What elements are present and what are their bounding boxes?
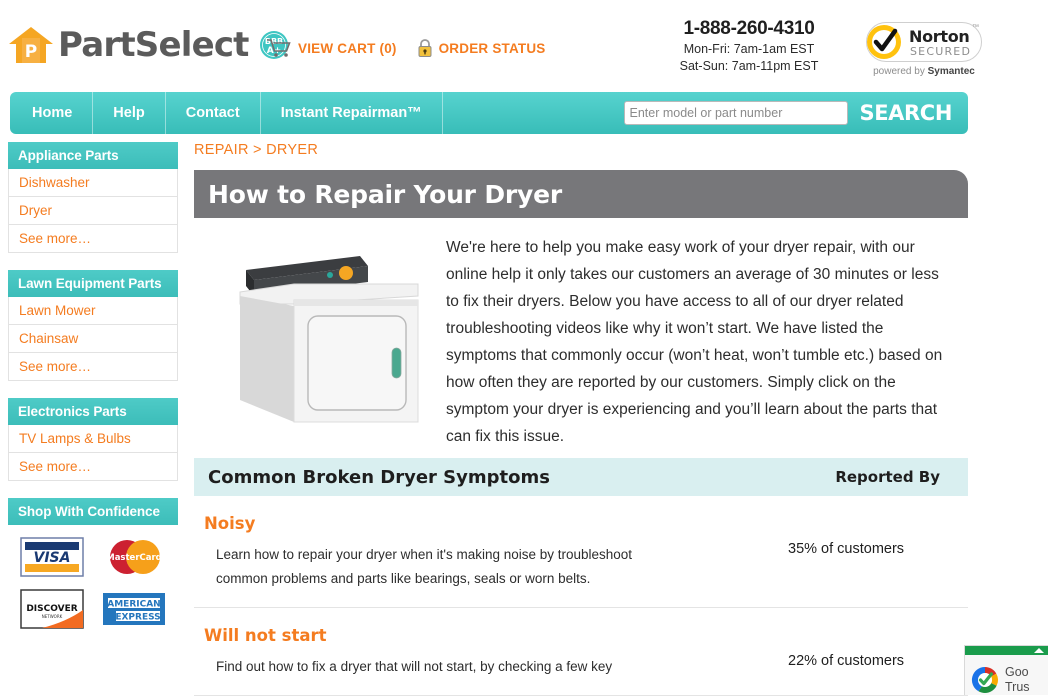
sidebar-item-chainsaw[interactable]: Chainsaw bbox=[8, 325, 178, 353]
main-content: REPAIR > DRYER How to Repair Your Dryer … bbox=[194, 142, 974, 696]
sidebar-panel-title: Lawn Equipment Parts bbox=[8, 270, 178, 297]
shopping-cart-icon[interactable] bbox=[266, 38, 292, 58]
sidebar-panel-appliance-parts: Appliance Parts Dishwasher Dryer See mor… bbox=[8, 142, 178, 253]
support-hours-weekday: Mon-Fri: 7am-1am EST bbox=[683, 42, 815, 56]
symptoms-table-header: Common Broken Dryer Symptoms Reported By bbox=[194, 458, 968, 496]
dryer-illustration bbox=[239, 256, 419, 423]
header-utility-links: VIEW CART (0) ORDER STATUS bbox=[266, 38, 546, 58]
nav-item-home[interactable]: Home bbox=[10, 92, 94, 134]
intro-paragraph: We're here to help you make easy work of… bbox=[446, 239, 943, 445]
norton-secured-badge[interactable]: Norton SECURED ™ powered by Symantec bbox=[866, 22, 988, 77]
google-badge-line1: Goo bbox=[1005, 665, 1029, 679]
symptom-link-will-not-start[interactable]: Will not start bbox=[204, 626, 776, 645]
svg-text:NETWORK: NETWORK bbox=[42, 614, 63, 619]
visa-card-icon: VISA bbox=[20, 537, 84, 577]
svg-text:DISCOVER: DISCOVER bbox=[26, 604, 77, 614]
table-row[interactable]: Noisy Learn how to repair your dryer whe… bbox=[194, 496, 968, 608]
support-hours-weekend: Sat-Sun: 7am-11pm EST bbox=[679, 59, 819, 73]
symptom-link-noisy[interactable]: Noisy bbox=[204, 514, 776, 533]
google-checkmark-icon bbox=[971, 666, 998, 694]
intro-section: We're here to help you make easy work of… bbox=[194, 218, 974, 450]
trademark-symbol: ™ bbox=[972, 24, 979, 31]
norton-checkmark-icon bbox=[867, 25, 901, 59]
google-badge-text: Goo Trus bbox=[1005, 665, 1030, 695]
support-phone-number: 1-888-260-4310 bbox=[683, 18, 815, 39]
sidebar-item-dishwasher[interactable]: Dishwasher bbox=[8, 169, 178, 197]
lock-icon[interactable] bbox=[417, 38, 433, 58]
google-badge-line2: Trus bbox=[1005, 680, 1030, 694]
site-logo[interactable]: P PartSelect BBB A+ bbox=[8, 26, 289, 64]
site-header: P PartSelect BBB A+ VIEW CART (0) ORDER … bbox=[0, 0, 1048, 88]
svg-text:P: P bbox=[25, 42, 37, 62]
sidebar-panel-electronics-parts: Electronics Parts TV Lamps & Bulbs See m… bbox=[8, 398, 178, 481]
sidebar-item-see-more-electronics[interactable]: See more… bbox=[8, 453, 178, 481]
svg-text:EXPRESS: EXPRESS bbox=[115, 613, 160, 623]
table-row[interactable]: Will not start Find out how to fix a dry… bbox=[194, 608, 968, 696]
svg-text:MasterCard: MasterCard bbox=[106, 553, 162, 563]
view-cart-link[interactable]: VIEW CART (0) bbox=[298, 41, 397, 56]
sidebar-item-tv-lamps-bulbs[interactable]: TV Lamps & Bulbs bbox=[8, 425, 178, 453]
sidebar-item-see-more-lawn[interactable]: See more… bbox=[8, 353, 178, 381]
search-button[interactable]: SEARCH bbox=[860, 101, 953, 125]
search-area: SEARCH bbox=[623, 92, 968, 134]
symptom-description: Find out how to fix a dryer that will no… bbox=[216, 659, 613, 674]
norton-wordmark: Norton bbox=[909, 27, 970, 46]
main-navigation: Home Help Contact Instant Repairman™ SEA… bbox=[10, 92, 968, 134]
norton-secured-text: SECURED bbox=[910, 45, 972, 58]
sidebar-panel-shop-with-confidence: Shop With Confidence VISA MasterCard DIS… bbox=[8, 498, 178, 629]
google-badge-body: Goo Trus bbox=[965, 655, 1048, 695]
symptom-info: Noisy Learn how to repair your dryer whe… bbox=[194, 514, 776, 591]
american-express-icon: AMERICAN EXPRESS bbox=[103, 593, 165, 625]
symptom-description: Learn how to repair your dryer when it's… bbox=[216, 547, 633, 586]
nav-item-instant-repairman[interactable]: Instant Repairman™ bbox=[261, 92, 443, 134]
order-status-link[interactable]: ORDER STATUS bbox=[439, 41, 546, 56]
breadcrumb[interactable]: REPAIR > DRYER bbox=[194, 142, 974, 158]
symantec-brand: Symantec bbox=[927, 66, 975, 77]
sidebar-item-dryer[interactable]: Dryer bbox=[8, 197, 178, 225]
sidebar-panel-lawn-equipment-parts: Lawn Equipment Parts Lawn Mower Chainsaw… bbox=[8, 270, 178, 381]
nav-item-help[interactable]: Help bbox=[93, 92, 166, 134]
symptom-info: Will not start Find out how to fix a dry… bbox=[194, 626, 776, 679]
sidebar-item-see-more-appliance[interactable]: See more… bbox=[8, 225, 178, 253]
sidebar-item-lawn-mower[interactable]: Lawn Mower bbox=[8, 297, 178, 325]
brand-name: PartSelect bbox=[58, 25, 249, 65]
payment-logos: VISA MasterCard DISCOVER NETWORK AMERICA… bbox=[8, 537, 178, 629]
symptom-reported-percent: 22% of customers bbox=[788, 653, 905, 669]
shop-with-confidence-title: Shop With Confidence bbox=[8, 498, 178, 525]
nav-item-contact[interactable]: Contact bbox=[166, 92, 261, 134]
svg-text:AMERICAN: AMERICAN bbox=[107, 600, 160, 610]
sidebar: Appliance Parts Dishwasher Dryer See mor… bbox=[8, 142, 178, 646]
sidebar-panel-title: Electronics Parts bbox=[8, 398, 178, 425]
svg-text:VISA: VISA bbox=[34, 550, 71, 566]
support-phone-block: 1-888-260-4310 Mon-Fri: 7am-1am EST Sat-… bbox=[640, 18, 858, 74]
google-badge-topbar bbox=[965, 646, 1048, 655]
search-input[interactable] bbox=[623, 101, 848, 125]
house-logo-icon: P bbox=[9, 27, 53, 63]
discover-card-icon: DISCOVER NETWORK bbox=[20, 589, 84, 629]
symptoms-header-label: Common Broken Dryer Symptoms bbox=[208, 466, 550, 488]
chevron-up-icon[interactable] bbox=[1034, 648, 1044, 653]
mastercard-icon: MasterCard bbox=[106, 540, 162, 574]
sidebar-panel-title: Appliance Parts bbox=[8, 142, 178, 169]
symptom-reported-percent: 35% of customers bbox=[788, 541, 905, 557]
norton-powered-by: powered by Symantec bbox=[866, 66, 982, 77]
powered-by-prefix: powered by bbox=[873, 66, 928, 77]
reported-by-header-label: Reported By bbox=[835, 468, 940, 486]
page-title-bar: How to Repair Your Dryer bbox=[194, 170, 968, 218]
page-title: How to Repair Your Dryer bbox=[208, 179, 562, 209]
google-trusted-store-badge[interactable]: Goo Trus bbox=[964, 645, 1048, 695]
